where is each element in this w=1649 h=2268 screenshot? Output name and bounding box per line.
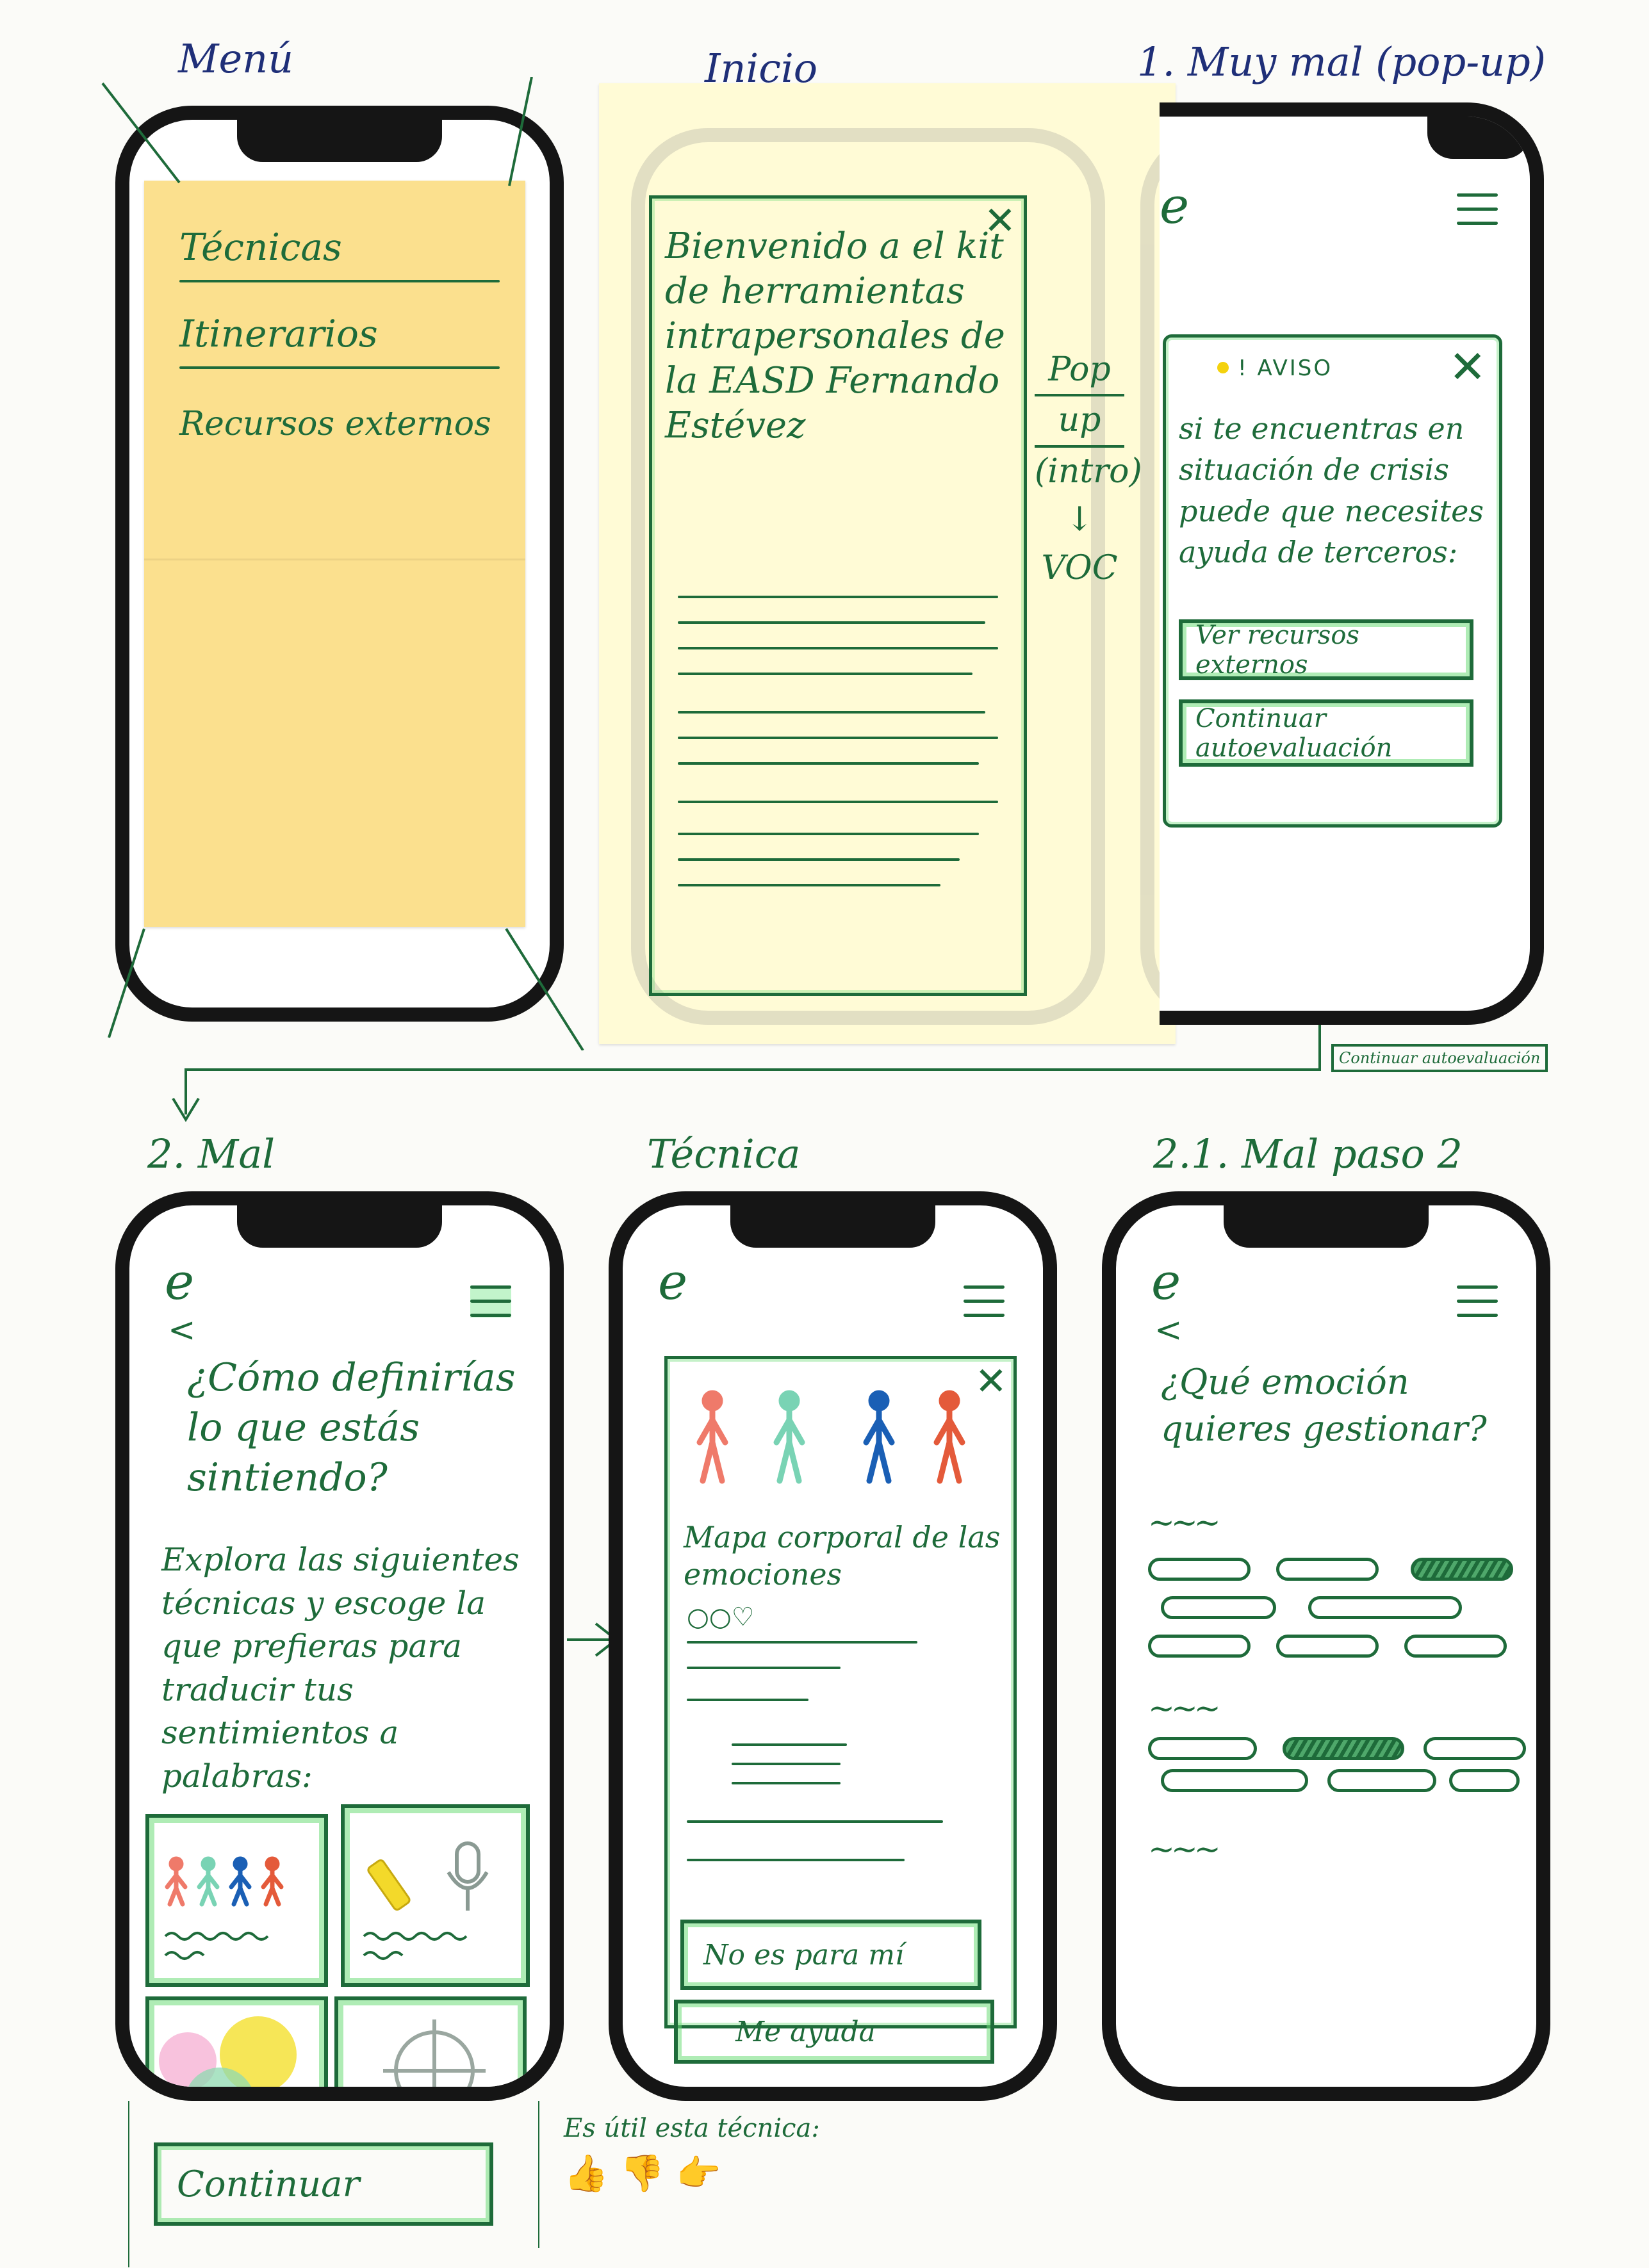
aviso-label: ! AVISO	[1238, 355, 1333, 381]
emotion-pill[interactable]	[1161, 1769, 1308, 1792]
continuar-button[interactable]: Continuar	[154, 2142, 493, 2226]
microphone-icon	[447, 1841, 489, 1911]
app-logo[interactable]: e	[1151, 1253, 1181, 1311]
paso2-question: ¿Qué emoción quieres gestionar?	[1161, 1362, 1487, 1449]
emotion-pill-selected[interactable]	[1411, 1558, 1513, 1581]
thumbs-up-icon[interactable]: 👍	[564, 2153, 620, 2194]
mal-question: ¿Cómo definirías lo que estás sintiendo?	[187, 1355, 516, 1500]
emotion-pill[interactable]	[1148, 1558, 1251, 1581]
emotion-pill[interactable]	[1449, 1769, 1520, 1792]
thumbs-sideways-icon[interactable]: 👉	[676, 2153, 732, 2194]
feedback-label: Es útil esta técnica:	[564, 2114, 820, 2143]
me-ayuda-button[interactable]: Me ayuda	[674, 2000, 994, 2064]
emotion-pill[interactable]	[1308, 1596, 1462, 1619]
technique-thumb-colors[interactable]	[145, 1996, 328, 2087]
feedback-icons: 👍👎👉	[564, 2152, 732, 2194]
mal-paso2-screen-title: 2.1. Mal paso 2	[1153, 1130, 1463, 1177]
emotion-pill[interactable]	[1276, 1558, 1379, 1581]
emotion-pill[interactable]	[1276, 1635, 1379, 1658]
inicio-popup-card: ✕ Bienvenido a el kit de herramientas in…	[649, 195, 1027, 996]
figures-illustration	[164, 1856, 284, 1960]
back-chevron-icon[interactable]: <	[168, 1311, 196, 1350]
aviso-text: si te encuentras en situación de crisis …	[1179, 411, 1484, 570]
emotion-pill[interactable]	[1327, 1769, 1436, 1792]
inicio-popup-welcome-text: Bienvenido a el kit de herramientas intr…	[665, 225, 1005, 446]
compass-icon	[383, 2019, 486, 2087]
aviso-popup-card: ! AVISO ✕ si te encuentras en situación …	[1163, 334, 1502, 828]
body-map-figures	[696, 1390, 965, 1484]
emotion-pill[interactable]	[1404, 1635, 1507, 1658]
menu-screen-title: Menú	[178, 35, 294, 82]
ver-recursos-externos-button[interactable]: Ver recursos externos	[1179, 619, 1473, 680]
flow-arrow	[172, 1025, 1321, 1122]
pencil-icon	[367, 1859, 411, 1911]
emotion-pill[interactable]	[1423, 1737, 1526, 1760]
technique-rating[interactable]: ○○♡	[687, 1603, 755, 1632]
mal-body-text: Explora las siguientes técnicas y escoge…	[161, 1541, 520, 1795]
app-logo[interactable]: e	[658, 1253, 687, 1311]
technique-thumb-writing[interactable]	[341, 1804, 530, 1987]
warning-dot-icon	[1217, 362, 1229, 373]
thumbs-down-icon[interactable]: 👎	[620, 2153, 677, 2194]
technique-thumb-body-map[interactable]	[145, 1814, 328, 1987]
app-logo[interactable]: e	[165, 1253, 194, 1311]
category-label-1: ~~~	[1148, 1504, 1221, 1541]
hamburger-icon[interactable]	[1457, 1285, 1498, 1318]
hamburger-icon[interactable]	[964, 1285, 1005, 1318]
emotion-pill-selected[interactable]	[1283, 1737, 1404, 1760]
close-icon[interactable]: ✕	[1448, 341, 1486, 393]
inicio-sticky-note: ✕ Bienvenido a el kit de herramientas in…	[599, 83, 1217, 1044]
tecnica-phone: e ✕ Mapa corporal de las emociones ○○♡ N…	[609, 1191, 1057, 2101]
category-label-2: ~~~	[1148, 1690, 1221, 1727]
hamburger-icon[interactable]	[1457, 193, 1498, 225]
technique-title: Mapa corporal de las emociones	[684, 1520, 1001, 1592]
continuar-autoevaluacion-button[interactable]: Continuar autoevaluación	[1179, 699, 1473, 767]
mal-paso2-phone: e < ¿Qué emoción quieres gestionar? ~~~ …	[1102, 1191, 1550, 2101]
category-label-3: ~~~	[1148, 1831, 1221, 1868]
inicio-side-note: Pop up (intro) ↓ VOC	[1035, 346, 1142, 592]
no-es-para-mi-button[interactable]: No es para mí	[680, 1920, 981, 1990]
technique-card: ✕ Mapa corporal de las emociones ○○♡ No …	[664, 1356, 1017, 2064]
tecnica-screen-title: Técnica	[647, 1130, 801, 1177]
mal-phone: e < ¿Cómo definirías lo que estás sintie…	[115, 1191, 564, 2101]
hamburger-icon[interactable]	[470, 1285, 511, 1318]
back-chevron-icon[interactable]: <	[1154, 1311, 1183, 1350]
emotion-pill[interactable]	[1148, 1737, 1257, 1760]
technique-thumb-compass[interactable]	[334, 1996, 527, 2087]
emotion-pill[interactable]	[1161, 1596, 1276, 1619]
muy-mal-screen-title: 1. Muy mal (pop-up)	[1137, 38, 1546, 85]
mal-screen-title: 2. Mal	[147, 1130, 275, 1177]
app-logo[interactable]: e	[1160, 177, 1189, 235]
menu-leader-lines	[101, 77, 584, 1050]
muy-mal-phone: e ! AVISO ✕ si te encuentras en situació…	[1160, 102, 1544, 1025]
emotion-pill[interactable]	[1148, 1635, 1251, 1658]
